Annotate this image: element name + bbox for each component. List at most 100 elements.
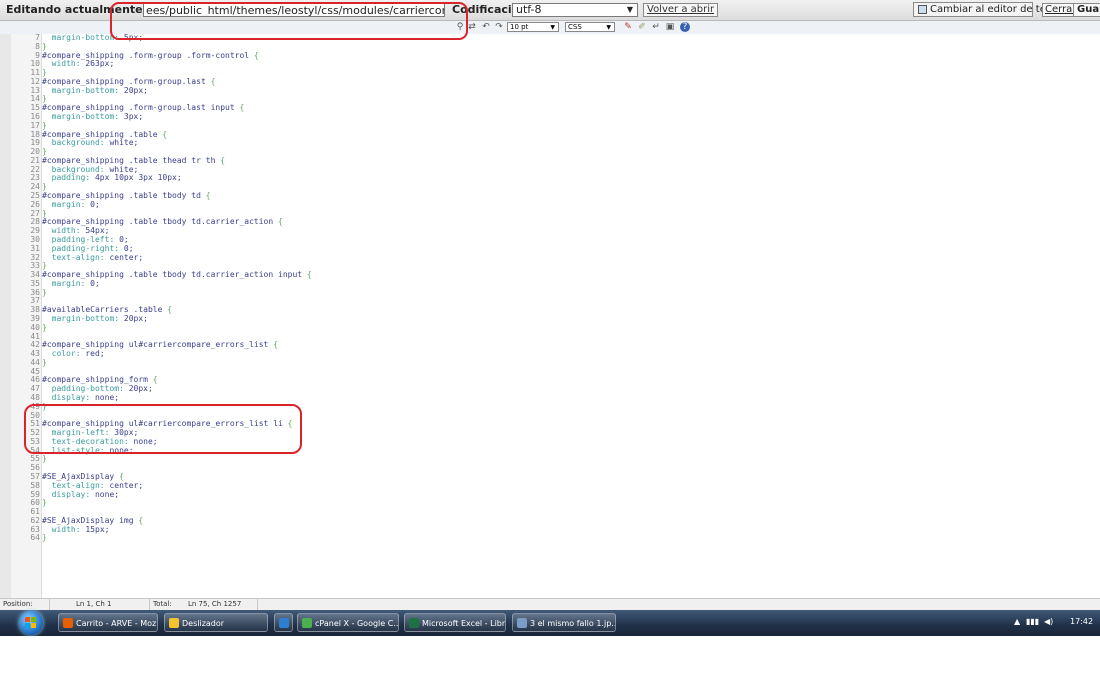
line-text: #compare_shipping .table thead tr th { bbox=[42, 155, 226, 165]
line-number: 44 bbox=[30, 357, 40, 367]
network-signal-icon[interactable]: ▮▮▮ bbox=[1026, 617, 1039, 626]
line-number: 25 bbox=[30, 191, 40, 201]
reset-icon[interactable]: ✐ bbox=[637, 22, 647, 32]
code-line[interactable]: 39 margin-bottom: 20px; bbox=[0, 314, 1100, 323]
line-text: } bbox=[42, 147, 47, 157]
highlight-icon[interactable]: ✎ bbox=[623, 22, 633, 32]
code-line[interactable]: 38 #availableCarriers .table { bbox=[0, 305, 1100, 314]
code-line[interactable]: 43 color: red; bbox=[0, 349, 1100, 358]
app-icon bbox=[169, 618, 179, 628]
taskbar-button[interactable] bbox=[274, 613, 293, 632]
code-line[interactable]: 36} bbox=[0, 288, 1100, 297]
code-line[interactable]: 62 #SE_AjaxDisplay img { bbox=[0, 516, 1100, 525]
line-number: 35 bbox=[30, 278, 40, 288]
code-line[interactable]: 47 padding-bottom: 20px; bbox=[0, 384, 1100, 393]
line-text: text-align: center; bbox=[51, 480, 144, 490]
code-line[interactable]: 19 background: white; bbox=[0, 138, 1100, 147]
code-line[interactable]: 26 margin: 0; bbox=[0, 200, 1100, 209]
code-line[interactable]: 9 #compare_shipping .form-group .form-con… bbox=[0, 51, 1100, 60]
line-text: #SE_AjaxDisplay img { bbox=[42, 515, 144, 525]
code-line[interactable]: 24} bbox=[0, 182, 1100, 191]
switch-to-text-editor-button[interactable]: Cambiar al editor de texto bbox=[913, 2, 1062, 17]
code-line[interactable]: 40} bbox=[0, 323, 1100, 332]
code-line[interactable]: 14} bbox=[0, 94, 1100, 103]
code-line[interactable]: 31 padding-right: 0; bbox=[0, 244, 1100, 253]
line-number: 24 bbox=[30, 182, 40, 192]
code-line[interactable]: 56 bbox=[0, 463, 1100, 472]
volume-icon[interactable]: ◀) bbox=[1044, 617, 1053, 626]
code-line[interactable]: 29 width: 54px; bbox=[0, 226, 1100, 235]
code-line[interactable]: 60} bbox=[0, 498, 1100, 507]
code-line[interactable]: 44} bbox=[0, 358, 1100, 367]
taskbar-button-label: 3 el mismo fallo 1.jp... bbox=[530, 619, 616, 628]
code-editor[interactable]: 7 margin-bottom: 5px; 8} 9 #compare_shippin… bbox=[0, 34, 1100, 598]
code-line[interactable]: 48 display: none; bbox=[0, 393, 1100, 402]
code-line[interactable]: 32 text-align: center; bbox=[0, 253, 1100, 262]
code-line[interactable]: 25 #compare_shipping .table tbody td { bbox=[0, 191, 1100, 200]
code-line[interactable]: 16 margin-bottom: 3px; bbox=[0, 112, 1100, 121]
code-line[interactable]: 37 bbox=[0, 296, 1100, 305]
line-number: 45 bbox=[30, 366, 40, 376]
taskbar-clock[interactable]: 17:42 bbox=[1070, 617, 1093, 626]
taskbar-button[interactable]: Microsoft Excel - Libr... bbox=[404, 613, 506, 632]
redo-icon[interactable]: ↷ bbox=[494, 22, 504, 32]
line-text: margin-bottom: 20px; bbox=[51, 85, 148, 95]
save-button[interactable]: Guardar bbox=[1073, 3, 1100, 17]
code-line[interactable]: 11} bbox=[0, 68, 1100, 77]
code-line[interactable]: 33} bbox=[0, 261, 1100, 270]
font-size-select[interactable]: 10 pt ▼ bbox=[507, 22, 559, 32]
taskbar-button[interactable]: Carrito - ARVE - Moz... bbox=[58, 613, 158, 632]
tray-show-hidden-icon[interactable]: ▲ bbox=[1014, 617, 1020, 626]
code-line[interactable]: 18 #compare_shipping .table { bbox=[0, 130, 1100, 139]
line-text: #compare_shipping_form { bbox=[42, 375, 158, 385]
line-number: 28 bbox=[30, 217, 40, 227]
code-line[interactable]: 27} bbox=[0, 209, 1100, 218]
code-line[interactable]: 12 #compare_shipping .form-group.last { bbox=[0, 77, 1100, 86]
code-line[interactable]: 10 width: 263px; bbox=[0, 59, 1100, 68]
code-line[interactable]: 58 text-align: center; bbox=[0, 481, 1100, 490]
line-text: } bbox=[42, 261, 47, 271]
code-line[interactable]: 13 margin-bottom: 20px; bbox=[0, 86, 1100, 95]
annotation-highlight-code-block bbox=[24, 404, 302, 454]
code-line[interactable]: 30 padding-left: 0; bbox=[0, 235, 1100, 244]
wrap-icon[interactable]: ↵ bbox=[651, 22, 661, 32]
code-line[interactable]: 55} bbox=[0, 454, 1100, 463]
code-line[interactable]: 23 padding: 4px 10px 3px 10px; bbox=[0, 173, 1100, 182]
code-line[interactable]: 41 bbox=[0, 332, 1100, 341]
code-line[interactable]: 64} bbox=[0, 533, 1100, 542]
code-line[interactable]: 22 background: white; bbox=[0, 165, 1100, 174]
help-icon[interactable]: ? bbox=[680, 22, 690, 32]
replace-icon[interactable]: ⇄ bbox=[467, 22, 477, 32]
code-line[interactable]: 20} bbox=[0, 147, 1100, 156]
start-button[interactable] bbox=[19, 611, 43, 635]
line-text: } bbox=[42, 498, 47, 508]
app-icon bbox=[517, 618, 527, 628]
line-text: #compare_shipping .table { bbox=[42, 129, 168, 139]
code-line[interactable]: 59 display: none; bbox=[0, 490, 1100, 499]
taskbar-button[interactable]: Deslizador bbox=[164, 613, 268, 632]
code-line[interactable]: 42 #compare_shipping ul#carriercompare_er… bbox=[0, 340, 1100, 349]
code-line[interactable]: 45 bbox=[0, 367, 1100, 376]
code-line[interactable]: 61 bbox=[0, 507, 1100, 516]
encoding-select[interactable]: utf-8 ▼ bbox=[512, 3, 638, 17]
taskbar-button[interactable]: 3 el mismo fallo 1.jp... bbox=[512, 613, 616, 632]
line-number: 48 bbox=[30, 392, 40, 402]
code-line[interactable]: 63 width: 15px; bbox=[0, 525, 1100, 534]
code-line[interactable]: 8} bbox=[0, 42, 1100, 51]
code-line[interactable]: 35 margin: 0; bbox=[0, 279, 1100, 288]
dropdown-arrow-icon: ▼ bbox=[606, 24, 611, 31]
reopen-button[interactable]: Volver a abrir bbox=[643, 3, 719, 17]
code-line[interactable]: 46 #compare_shipping_form { bbox=[0, 375, 1100, 384]
code-line[interactable]: 28 #compare_shipping .table tbody td.carr… bbox=[0, 217, 1100, 226]
code-line[interactable]: 34 #compare_shipping .table tbody td.carr… bbox=[0, 270, 1100, 279]
line-text: } bbox=[42, 454, 47, 464]
code-line[interactable]: 15 #compare_shipping .form-group.last inp… bbox=[0, 103, 1100, 112]
taskbar-button[interactable]: cPanel X - Google C... bbox=[297, 613, 399, 632]
code-line[interactable]: 17} bbox=[0, 121, 1100, 130]
syntax-select[interactable]: CSS ▼ bbox=[565, 22, 615, 32]
code-line[interactable]: 57 #SE_AjaxDisplay { bbox=[0, 472, 1100, 481]
line-number: 64 bbox=[30, 533, 40, 543]
fullscreen-icon[interactable]: ▣ bbox=[665, 22, 675, 32]
undo-icon[interactable]: ↶ bbox=[481, 22, 491, 32]
code-line[interactable]: 21 #compare_shipping .table thead tr th { bbox=[0, 156, 1100, 165]
